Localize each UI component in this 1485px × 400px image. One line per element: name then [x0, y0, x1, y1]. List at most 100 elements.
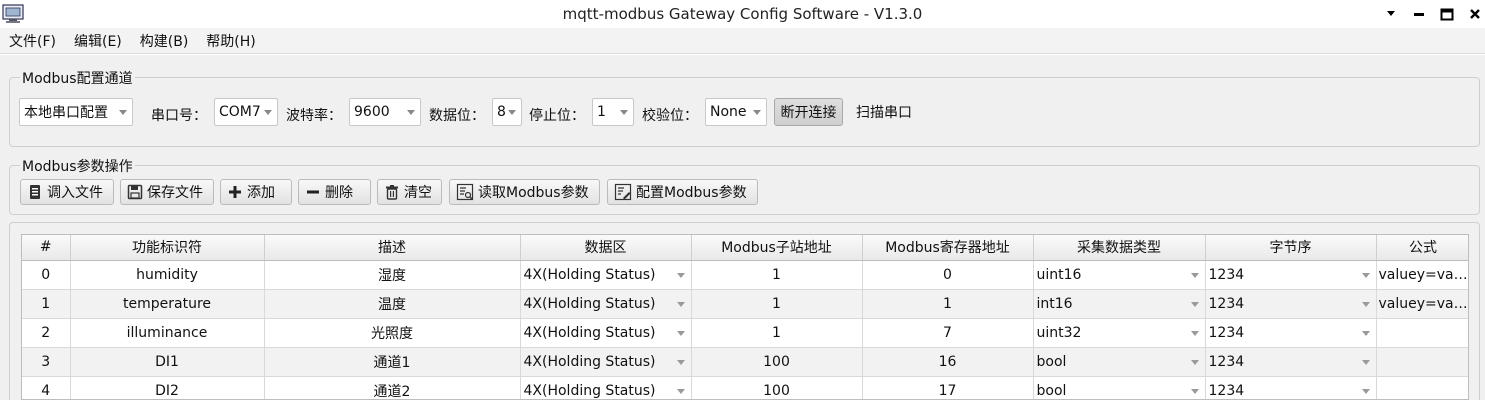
chevron-down-icon: [1190, 359, 1199, 365]
maximize-button[interactable]: [1434, 2, 1460, 26]
col-header-desc[interactable]: 描述: [264, 235, 521, 261]
baud-value: 9600: [354, 104, 390, 120]
delete-button[interactable]: 删除: [298, 179, 371, 205]
cell-order-select[interactable]: 1234: [1205, 347, 1377, 377]
scan-port-button[interactable]: 扫描串口: [850, 98, 918, 126]
parity-label: 校验位：: [642, 108, 698, 124]
cell-order-select[interactable]: 1234: [1205, 376, 1377, 399]
table-row[interactable]: 1 temperature 温度 4X(Holding Status) 1 1 …: [22, 289, 1468, 319]
cell-order: 1234: [1208, 324, 1245, 341]
cell-formula[interactable]: [1376, 318, 1468, 348]
cell-order-select[interactable]: 1234: [1205, 318, 1377, 348]
save-file-button[interactable]: 保存文件: [120, 179, 214, 205]
cell-order: 1234: [1208, 295, 1245, 312]
minus-icon: [307, 190, 319, 194]
col-header-register[interactable]: Modbus寄存器地址: [862, 235, 1034, 261]
cell-slave[interactable]: 100: [691, 347, 863, 377]
chevron-down-icon: [1190, 301, 1199, 307]
menu-file[interactable]: 文件(F): [0, 31, 65, 51]
cell-register[interactable]: 17: [862, 376, 1034, 399]
menu-help[interactable]: 帮助(H): [197, 31, 264, 51]
cell-type: uint32: [1036, 324, 1082, 341]
write-modbus-button[interactable]: 配置Modbus参数: [607, 179, 758, 205]
databits-select[interactable]: 8: [492, 98, 522, 126]
cell-order: 1234: [1208, 382, 1245, 399]
stopbits-label: 停止位：: [529, 108, 585, 124]
col-header-index[interactable]: #: [22, 235, 71, 261]
col-header-type[interactable]: 采集数据类型: [1033, 235, 1206, 261]
cell-slave[interactable]: 100: [691, 376, 863, 399]
cell-area-select[interactable]: 4X(Holding Status): [520, 260, 692, 290]
cell-desc[interactable]: 温度: [264, 289, 521, 319]
dropdown-icon[interactable]: [1378, 2, 1404, 26]
cell-formula[interactable]: valuey=value...: [1376, 289, 1468, 319]
cell-desc[interactable]: 光照度: [264, 318, 521, 348]
cell-register[interactable]: 7: [862, 318, 1034, 348]
cell-order-select[interactable]: 1234: [1205, 289, 1377, 319]
port-value: COM7: [219, 104, 261, 120]
cell-slave[interactable]: 1: [691, 260, 863, 290]
cell-desc[interactable]: 通道1: [264, 347, 521, 377]
cell-type-select[interactable]: bool: [1033, 376, 1206, 399]
cell-register[interactable]: 0: [862, 260, 1034, 290]
cell-area-select[interactable]: 4X(Holding Status): [520, 289, 692, 319]
col-header-formula[interactable]: 公式: [1376, 235, 1468, 261]
cell-order-select[interactable]: 1234: [1205, 260, 1377, 290]
channel-group-title: Modbus配置通道: [20, 68, 135, 88]
col-header-id[interactable]: 功能标识符: [70, 235, 265, 261]
col-header-slave[interactable]: Modbus子站地址: [691, 235, 863, 261]
cell-id[interactable]: DI2: [70, 376, 265, 399]
mode-select[interactable]: 本地串口配置: [19, 98, 133, 126]
cell-slave[interactable]: 1: [691, 289, 863, 319]
table-row[interactable]: 3 DI1 通道1 4X(Holding Status) 100 16 bool…: [22, 347, 1468, 377]
cell-id[interactable]: DI1: [70, 347, 265, 377]
cell-formula[interactable]: valuey=value...: [1376, 260, 1468, 290]
cell-area-select[interactable]: 4X(Holding Status): [520, 347, 692, 377]
port-select[interactable]: COM7: [214, 98, 278, 126]
table-header-row: # 功能标识符 描述 数据区 Modbus子站地址 Modbus寄存器地址 采集…: [22, 235, 1468, 261]
baud-select[interactable]: 9600: [349, 98, 421, 126]
chevron-down-icon: [1361, 272, 1370, 278]
stopbits-select[interactable]: 1: [592, 98, 634, 126]
menu-edit[interactable]: 编辑(E): [65, 31, 131, 51]
cell-desc[interactable]: 湿度: [264, 260, 521, 290]
cell-slave[interactable]: 1: [691, 318, 863, 348]
cell-id[interactable]: illuminance: [70, 318, 265, 348]
chevron-down-icon: [1190, 272, 1199, 278]
add-button[interactable]: 添加: [220, 179, 292, 205]
cell-type-select[interactable]: bool: [1033, 347, 1206, 377]
cell-type-select[interactable]: uint16: [1033, 260, 1206, 290]
cell-area-select[interactable]: 4X(Holding Status): [520, 376, 692, 399]
cell-formula[interactable]: [1376, 347, 1468, 377]
cell-type-select[interactable]: uint32: [1033, 318, 1206, 348]
col-header-byte-order[interactable]: 字节序: [1205, 235, 1377, 261]
cell-register[interactable]: 1: [862, 289, 1034, 319]
menu-bar: 文件(F) 编辑(E) 构建(B) 帮助(H): [0, 28, 1485, 54]
table-row[interactable]: 2 illuminance 光照度 4X(Holding Status) 1 7…: [22, 318, 1468, 348]
cell-index: 0: [22, 260, 71, 290]
chevron-down-icon: [407, 110, 415, 115]
read-modbus-button[interactable]: 读取Modbus参数: [449, 179, 600, 205]
chevron-down-icon: [1190, 330, 1199, 336]
menu-build[interactable]: 构建(B): [131, 31, 198, 51]
col-header-area[interactable]: 数据区: [520, 235, 692, 261]
cell-register[interactable]: 16: [862, 347, 1034, 377]
cell-id[interactable]: temperature: [70, 289, 265, 319]
minimize-button[interactable]: [1406, 2, 1432, 26]
cell-desc[interactable]: 通道2: [264, 376, 521, 399]
load-file-button[interactable]: 调入文件: [20, 179, 114, 205]
cell-type: uint16: [1036, 266, 1082, 283]
delete-label: 删除: [325, 185, 353, 201]
table-row[interactable]: 4 DI2 通道2 4X(Holding Status) 100 17 bool…: [22, 376, 1468, 399]
clear-button[interactable]: 清空: [377, 179, 442, 205]
load-file-label: 调入文件: [47, 185, 103, 201]
close-button[interactable]: [1462, 2, 1485, 26]
cell-area-select[interactable]: 4X(Holding Status): [520, 318, 692, 348]
table-row[interactable]: 0 humidity 湿度 4X(Holding Status) 1 0 uin…: [22, 260, 1468, 290]
cell-formula[interactable]: [1376, 376, 1468, 399]
parity-select[interactable]: None: [705, 98, 767, 126]
cell-type: int16: [1036, 295, 1073, 312]
disconnect-button[interactable]: 断开连接: [774, 98, 843, 126]
cell-type-select[interactable]: int16: [1033, 289, 1206, 319]
cell-id[interactable]: humidity: [70, 260, 265, 290]
